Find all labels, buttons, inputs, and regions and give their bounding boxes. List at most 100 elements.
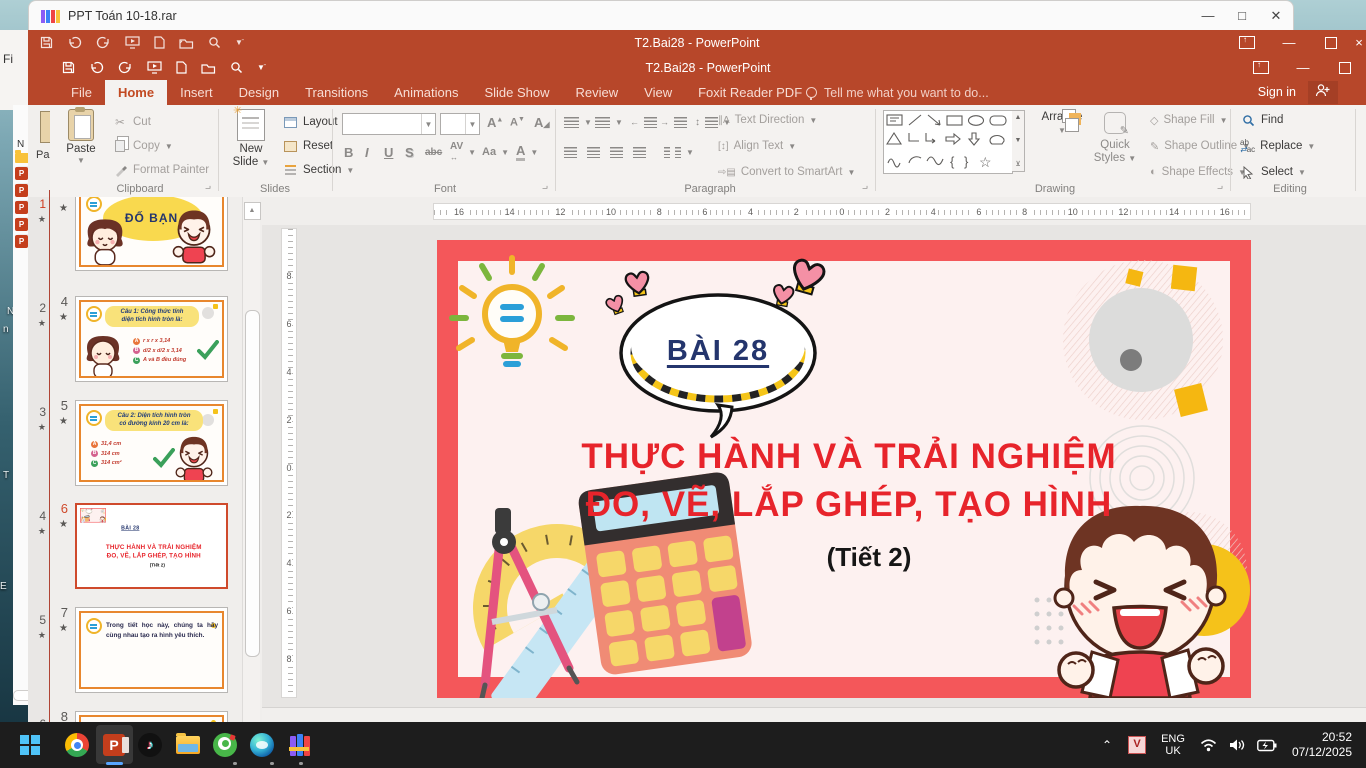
speaker-icon[interactable] xyxy=(1229,738,1245,752)
tab-review[interactable]: Review xyxy=(563,80,632,105)
slide-thumbnail-panel[interactable]: ★ ĐỐ BẠN xyxy=(50,197,265,722)
undo-icon[interactable] xyxy=(89,61,104,74)
panel-scrollbar-thumb[interactable] xyxy=(245,310,260,657)
change-case-button[interactable]: Aa▼ xyxy=(482,141,509,163)
slide-editing-area[interactable]: 1614121086420246810121416 864202468 xyxy=(262,197,1366,722)
tab-foxit-reader-pdf[interactable]: Foxit Reader PDF xyxy=(685,80,815,105)
tab-design[interactable]: Design xyxy=(226,80,292,105)
clear-formatting-button[interactable]: A◢ xyxy=(534,111,550,133)
shape-gallery-scrollbar[interactable]: ▲▼⊻ xyxy=(1012,110,1025,172)
sign-in-link[interactable]: Sign in xyxy=(1258,80,1296,105)
edge-icon[interactable] xyxy=(248,731,276,759)
start-slideshow-icon[interactable] xyxy=(125,36,140,49)
increase-indent-button[interactable]: → xyxy=(660,111,687,133)
winrar-maximize-button[interactable]: □ xyxy=(1225,8,1259,24)
strikethrough-button[interactable]: abc xyxy=(425,141,442,163)
panel-scrollbar[interactable]: ▲ xyxy=(242,197,260,722)
decrease-font-size-button[interactable]: A▼ xyxy=(510,111,525,133)
winrar-file-menu[interactable]: Fi xyxy=(3,52,13,66)
copy-button[interactable]: Copy▼ xyxy=(112,135,173,157)
open-folder-icon[interactable] xyxy=(179,37,194,49)
slide-thumbnail-8[interactable] xyxy=(75,711,228,722)
slide-thumbnail-6-selected[interactable]: BÀI 28 THỰC HÀNH VÀ TRẢI NGHIỆM ĐO, VẼ, … xyxy=(75,503,228,589)
powerpoint-icon[interactable]: P xyxy=(100,731,128,759)
align-center-button[interactable] xyxy=(587,141,600,163)
ppt-file-icon[interactable]: P xyxy=(15,184,28,197)
share-person-icon[interactable] xyxy=(1308,81,1338,104)
shape-fill-button[interactable]: ◇Shape Fill▼ xyxy=(1150,109,1228,131)
underline-button[interactable]: U xyxy=(384,141,393,163)
tray-chevron-icon[interactable]: ⌃ xyxy=(1102,738,1112,752)
slide-canvas[interactable]: BÀI 28 THỰC HÀNH VÀ TRẢI NGHIỆM ĐO, VẼ, … xyxy=(437,240,1251,698)
horizontal-ruler[interactable]: 1614121086420246810121416 xyxy=(433,203,1251,220)
convert-smartart-button[interactable]: ⇨▤Convert to SmartArt▼ xyxy=(718,161,855,183)
clipboard-dialog-launcher[interactable]: ⌐ xyxy=(205,182,211,193)
bold-button[interactable]: B xyxy=(344,141,353,163)
slide-canvas[interactable]: BÀI 28 THỰC HÀNH VÀ TRẢI NGHIỆM ĐO, VẼ, … xyxy=(80,508,106,523)
font-color-button[interactable]: A▼ xyxy=(516,141,538,163)
tell-me-box[interactable]: Tell me what you want to do... xyxy=(806,80,989,105)
tab-transitions[interactable]: Transitions xyxy=(292,80,381,105)
new-document-icon[interactable] xyxy=(176,61,187,74)
find-button[interactable]: Find xyxy=(1240,109,1283,131)
italic-button[interactable]: I xyxy=(365,141,369,163)
justify-button[interactable] xyxy=(633,141,646,163)
tab-insert[interactable]: Insert xyxy=(167,80,226,105)
slide-thumbnail-3[interactable]: ĐỐ BẠN xyxy=(75,197,228,271)
format-painter-button[interactable]: Format Painter xyxy=(112,159,209,181)
select-button[interactable]: Select▼ xyxy=(1240,161,1306,183)
coccoc-icon[interactable] xyxy=(211,731,239,759)
new-document-icon[interactable] xyxy=(154,36,165,49)
tiktok-icon[interactable]: ♪ xyxy=(136,731,164,759)
slide-thumbnail-4[interactable]: Câu 1: Công thức tínhdiện tích hình tròn… xyxy=(75,296,228,382)
replace-button[interactable]: ab⇄acReplace▼ xyxy=(1240,135,1315,157)
tab-view[interactable]: View xyxy=(631,80,685,105)
new-slide-button[interactable]: NewSlide ▼ xyxy=(226,109,276,169)
open-folder-icon[interactable] xyxy=(201,62,216,74)
increase-font-size-button[interactable]: A▲ xyxy=(487,111,503,133)
font-dialog-launcher[interactable]: ⌐ xyxy=(542,182,548,193)
tab-animations[interactable]: Animations xyxy=(381,80,471,105)
shape-effects-button[interactable]: ◐Shape Effects▼ xyxy=(1150,161,1246,183)
chrome-icon[interactable] xyxy=(63,731,91,759)
tab-file[interactable]: File xyxy=(58,80,105,105)
shape-gallery[interactable]: { } ☆ xyxy=(883,110,1013,174)
vertical-ruler[interactable]: 864202468 xyxy=(281,228,297,698)
qat-more-icon[interactable]: ▼̄ xyxy=(235,38,243,47)
ppt-file-icon[interactable]: P xyxy=(15,235,28,248)
wifi-icon[interactable] xyxy=(1200,738,1217,752)
layout-button[interactable]: Layout▼ xyxy=(282,111,350,133)
paragraph-dialog-launcher[interactable]: ⌐ xyxy=(862,182,868,193)
reset-button[interactable]: Reset xyxy=(282,135,333,157)
arrange-button[interactable]: Arrange▼ xyxy=(1035,109,1089,137)
drawing-dialog-launcher[interactable]: ⌐ xyxy=(1217,182,1223,193)
maximize-button[interactable] xyxy=(1324,55,1366,80)
qat-more-icon[interactable]: ▼̄ xyxy=(257,63,265,72)
undo-icon[interactable] xyxy=(67,36,82,49)
print-preview-icon[interactable] xyxy=(230,61,243,74)
paste-button[interactable]: Paste ▼ xyxy=(56,109,106,165)
redo-icon[interactable] xyxy=(118,61,133,74)
decrease-indent-button[interactable]: ← xyxy=(630,111,657,133)
shape-outline-button[interactable]: ✎Shape Outline▼ xyxy=(1150,135,1250,157)
ppt-file-icon[interactable]: P xyxy=(15,201,28,214)
back-close-button[interactable]: × xyxy=(1352,30,1366,55)
character-spacing-button[interactable]: AV↔▼ xyxy=(450,141,476,163)
align-right-button[interactable] xyxy=(610,141,623,163)
ppt-file-icon[interactable]: P xyxy=(15,218,28,231)
shadow-button[interactable]: S xyxy=(405,141,414,163)
file-explorer-icon[interactable] xyxy=(174,731,202,759)
winrar-minimize-button[interactable]: — xyxy=(1191,8,1225,24)
save-icon[interactable] xyxy=(62,61,75,74)
text-direction-button[interactable]: ∥AText Direction▼ xyxy=(718,109,817,131)
quick-styles-button[interactable]: ✎ QuickStyles ▼ xyxy=(1090,109,1140,165)
back-minimize-button[interactable]: — xyxy=(1268,30,1310,55)
winrar-taskbar-icon[interactable] xyxy=(286,731,314,759)
minimize-button[interactable]: — xyxy=(1282,55,1324,80)
scroll-up-arrow[interactable]: ▲ xyxy=(244,202,261,220)
start-button[interactable] xyxy=(16,731,44,759)
ime-vietkey-icon[interactable]: V xyxy=(1128,736,1146,754)
font-size-combobox[interactable]: ▼ xyxy=(440,113,480,135)
columns-button[interactable]: ▼ xyxy=(664,141,694,163)
back-ribbon-options-button[interactable] xyxy=(1226,30,1268,55)
